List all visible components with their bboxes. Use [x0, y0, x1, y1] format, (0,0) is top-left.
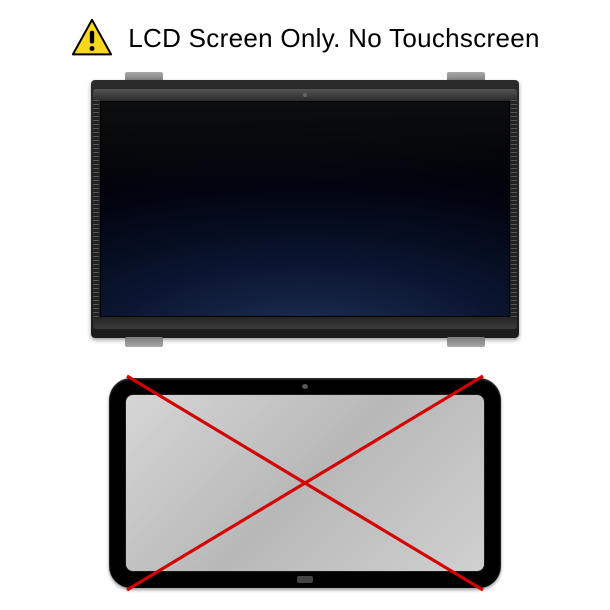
lcd-panel-illustration — [91, 72, 519, 347]
header: LCD Screen Only. No Touchscreen — [0, 18, 610, 58]
header-text: LCD Screen Only. No Touchscreen — [128, 23, 540, 54]
digitizer-glass — [125, 394, 485, 572]
mount-tab — [447, 337, 485, 347]
touchscreen-illustration — [109, 378, 501, 588]
camera-hole-icon — [302, 384, 308, 389]
lcd-bezel-bottom — [93, 317, 517, 329]
home-button-icon — [297, 576, 313, 583]
warning-icon — [70, 18, 114, 58]
camera-hole-icon — [303, 93, 307, 97]
gloss-highlight — [100, 101, 510, 192]
mount-tab — [125, 337, 163, 347]
lcd-connector-left — [93, 100, 99, 318]
lcd-display-area — [100, 101, 510, 317]
lcd-connector-right — [511, 100, 517, 318]
lcd-body — [91, 80, 519, 338]
